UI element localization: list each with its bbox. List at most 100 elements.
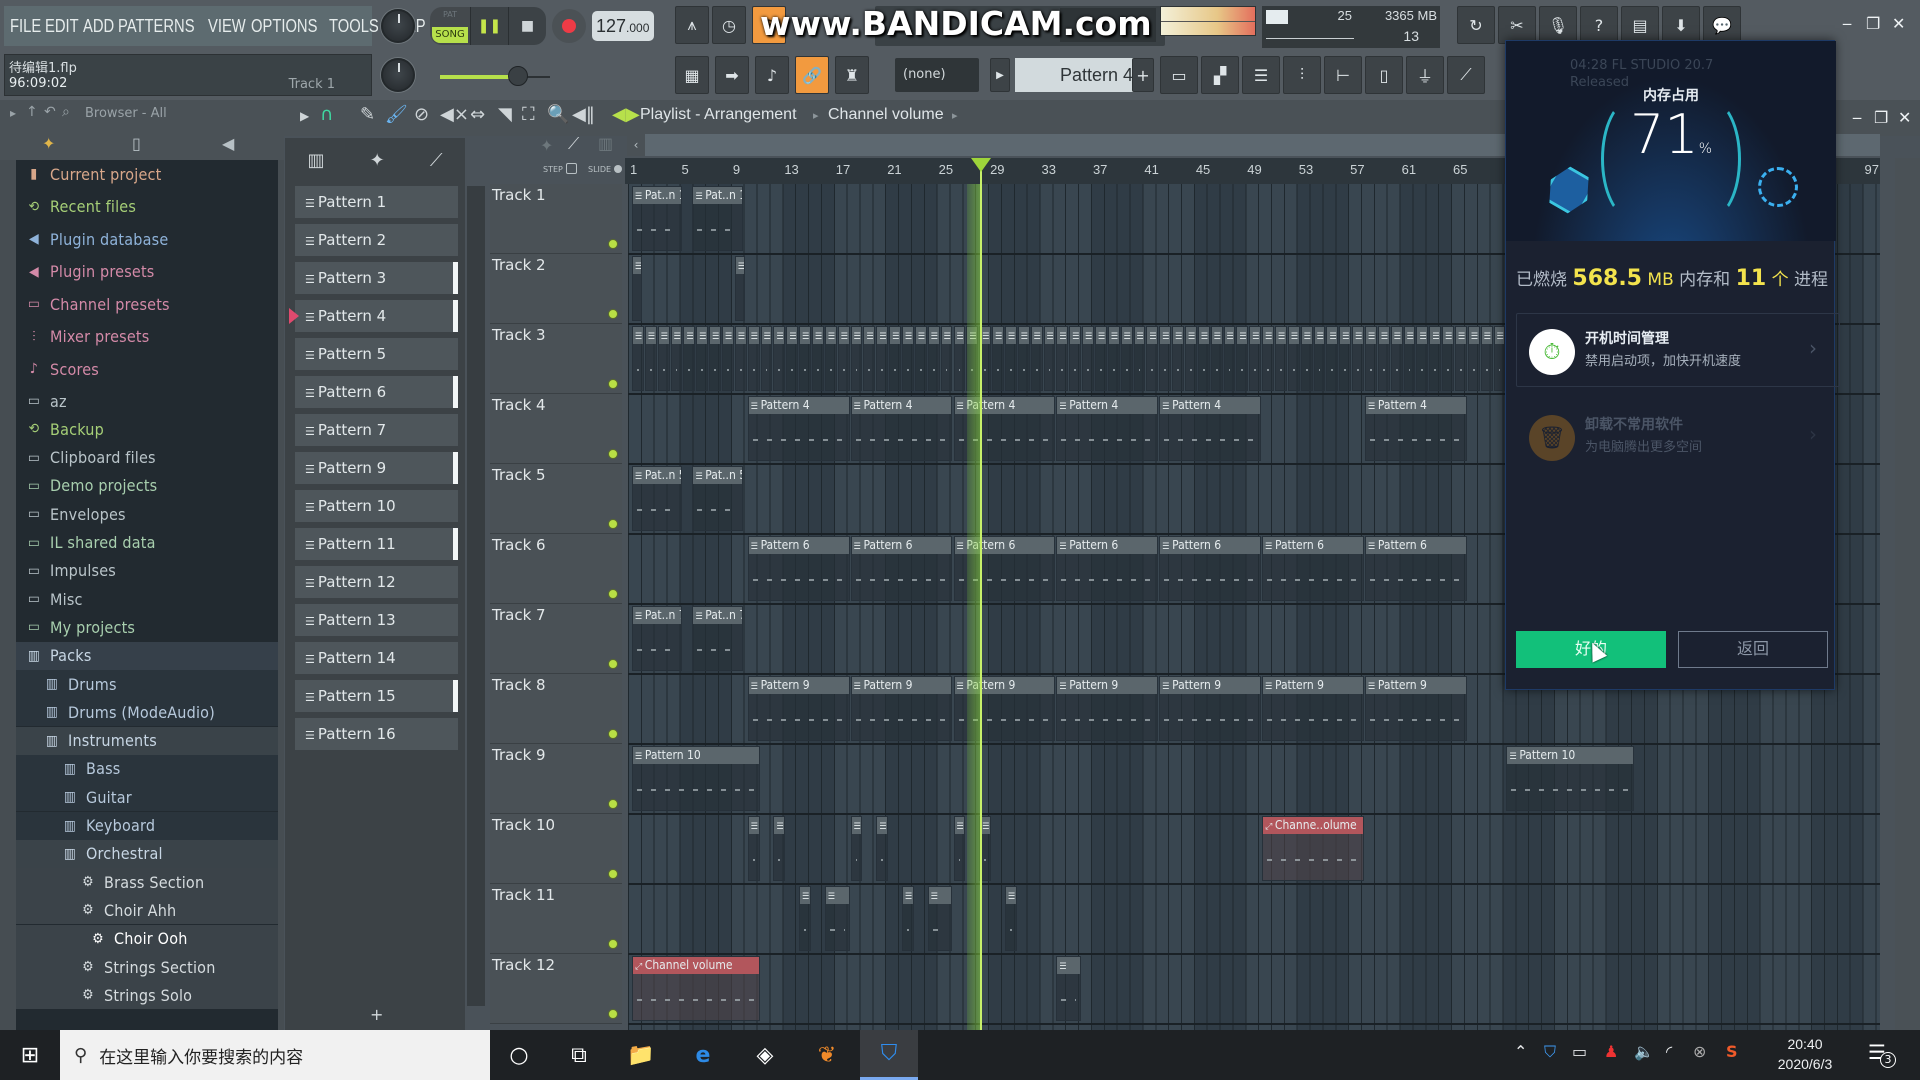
- up-arrow-icon[interactable]: ↑: [26, 104, 38, 120]
- pattern-clip[interactable]: [1493, 326, 1506, 391]
- track-mute-led[interactable]: [608, 239, 618, 249]
- pattern-clip[interactable]: Pat..n 1: [632, 186, 683, 251]
- pattern-clip[interactable]: [953, 816, 966, 881]
- record-audio-button[interactable]: 🎙: [1539, 6, 1577, 44]
- pattern-item[interactable]: Pattern 4: [289, 300, 458, 332]
- pattern-clip[interactable]: [1352, 326, 1365, 391]
- pattern-clip[interactable]: [1197, 326, 1210, 391]
- close-app-button[interactable]: ✕: [1892, 14, 1905, 33]
- start-button[interactable]: ⊞: [0, 1030, 60, 1080]
- pattern-clip[interactable]: [927, 326, 940, 391]
- pattern-prev-button[interactable]: ▶: [990, 58, 1010, 92]
- master-pitch-knob[interactable]: [381, 9, 415, 43]
- task-view-button[interactable]: ⧉: [550, 1030, 608, 1080]
- overview-scroll-left[interactable]: ‹: [627, 134, 645, 156]
- pattern-clip[interactable]: [902, 326, 914, 391]
- pattern-clip[interactable]: [799, 326, 812, 391]
- playlist-button[interactable]: ▭: [1160, 56, 1198, 94]
- step-seq-button[interactable]: ➡: [715, 56, 749, 94]
- menu-add[interactable]: ADD: [83, 16, 114, 37]
- playlist-subtitle[interactable]: Channel volume: [828, 106, 944, 124]
- browser-item[interactable]: ⫶ Mixer presets: [16, 323, 278, 351]
- export-button[interactable]: ⬇: [1662, 6, 1700, 44]
- pattern-item[interactable]: Pattern 7: [295, 414, 458, 446]
- add-pattern-plus[interactable]: +: [370, 1005, 383, 1024]
- pattern-clip[interactable]: [1082, 326, 1094, 391]
- pattern-clip[interactable]: [1300, 326, 1313, 391]
- chat-button[interactable]: 💬: [1703, 6, 1741, 44]
- link-button[interactable]: 🔗: [795, 56, 829, 94]
- record-button[interactable]: [552, 9, 586, 43]
- pattern-clip[interactable]: [1262, 326, 1274, 391]
- pattern-clip[interactable]: [914, 326, 927, 391]
- audio-icon[interactable]: ✦: [540, 136, 553, 155]
- help-button[interactable]: ?: [1580, 6, 1618, 44]
- browser-item[interactable]: ◀ Plugin presets: [16, 258, 278, 286]
- pattern-clip[interactable]: [824, 326, 837, 391]
- browser-item[interactable]: ◀ Plugin database: [16, 225, 278, 253]
- pattern-item[interactable]: Pattern 13: [295, 604, 458, 636]
- browser-button[interactable]: ⊢: [1324, 56, 1362, 94]
- save-button[interactable]: ▤: [1621, 6, 1659, 44]
- track-mute-led[interactable]: [608, 659, 618, 669]
- pattern-clip[interactable]: [1120, 326, 1133, 391]
- select-tool-icon[interactable]: ⛶: [522, 104, 535, 125]
- cortana-button[interactable]: ○: [490, 1030, 548, 1080]
- pattern-clip[interactable]: [1455, 326, 1467, 391]
- startup-manager-card[interactable]: ⏱ 开机时间管理 禁用启动项，加快开机速度 ›: [1516, 313, 1840, 387]
- superman-app-button[interactable]: ◈: [736, 1030, 794, 1080]
- pattern-clip[interactable]: Pattern 4: [1056, 396, 1159, 461]
- pattern-clip[interactable]: [1442, 326, 1455, 391]
- pattern-clip[interactable]: [709, 326, 722, 391]
- pattern-clip[interactable]: [940, 326, 953, 391]
- track-mute-led[interactable]: [608, 449, 618, 459]
- pattern-clip[interactable]: [1159, 326, 1172, 391]
- search-icon[interactable]: ⌕: [62, 104, 70, 120]
- track-header[interactable]: Track 2: [490, 254, 622, 324]
- browser-item[interactable]: ▥ Guitar: [16, 783, 278, 812]
- track-header[interactable]: Track 6: [490, 534, 622, 604]
- pattern-clip[interactable]: [670, 326, 683, 391]
- browser-item[interactable]: ⚙ Brass Section: [16, 868, 278, 897]
- pattern-clip[interactable]: Pattern 10: [632, 746, 760, 811]
- pattern-clip[interactable]: Pat..n 5: [632, 466, 683, 531]
- pattern-clip[interactable]: Pattern 9: [1365, 676, 1467, 741]
- paint-tool-icon[interactable]: 🖌: [385, 104, 408, 125]
- pattern-clip[interactable]: [1107, 326, 1120, 391]
- picker-scrollbar[interactable]: [467, 186, 485, 1006]
- zoom-tool-icon[interactable]: 🔍: [547, 104, 569, 125]
- pattern-clip[interactable]: [1403, 326, 1416, 391]
- pattern-clip[interactable]: [812, 326, 824, 391]
- mixer-button[interactable]: ⫶: [1283, 56, 1321, 94]
- browser-item[interactable]: ▥ Packs: [16, 641, 278, 670]
- pattern-clip[interactable]: [1030, 326, 1043, 391]
- pattern-clip[interactable]: [1223, 326, 1236, 391]
- pattern-item[interactable]: Pattern 1: [295, 186, 458, 218]
- automation-icon[interactable]: ⟋: [568, 134, 579, 154]
- plugins-tab[interactable]: ◀: [222, 134, 234, 153]
- pattern-clip[interactable]: [863, 326, 876, 391]
- browser-item[interactable]: ⟲ Backup: [16, 415, 278, 443]
- browser-item[interactable]: ▭ IL shared data: [16, 529, 278, 557]
- track-header[interactable]: Track 4: [490, 394, 622, 464]
- network-error-icon[interactable]: ⊗: [1693, 1042, 1706, 1061]
- master-volume-slider[interactable]: [508, 66, 528, 86]
- uninstall-software-card[interactable]: 🗑 卸载不常用软件 为电脑腾出更多空间 ›: [1516, 399, 1840, 473]
- pattern-clip[interactable]: [1056, 326, 1069, 391]
- qq-icon[interactable]: ♟: [1604, 1042, 1618, 1061]
- delete-tool-icon[interactable]: ⊘: [414, 104, 429, 125]
- project-browser-button[interactable]: ▯: [1365, 56, 1403, 94]
- pattern-clip[interactable]: [824, 886, 850, 951]
- pattern-clip[interactable]: [992, 326, 1004, 391]
- step-checkbox[interactable]: [566, 163, 577, 174]
- minimize-app-button[interactable]: ‒: [1842, 14, 1852, 33]
- pencil-tool-icon[interactable]: ✎: [360, 104, 375, 125]
- playlist-maximize-button[interactable]: ❐: [1874, 108, 1888, 127]
- track-header[interactable]: Track 3: [490, 324, 622, 394]
- browser-item[interactable]: ▥ Keyboard: [16, 811, 278, 840]
- track-header[interactable]: Track 1: [490, 184, 622, 254]
- pattern-clip[interactable]: Pattern 6: [1365, 536, 1467, 601]
- tencent-manager-button[interactable]: ⛉: [860, 1030, 918, 1080]
- browser-item[interactable]: ▭ Envelopes: [16, 500, 278, 528]
- cpu-memory-monitor[interactable]: 25 3365 MB 13: [1262, 6, 1440, 48]
